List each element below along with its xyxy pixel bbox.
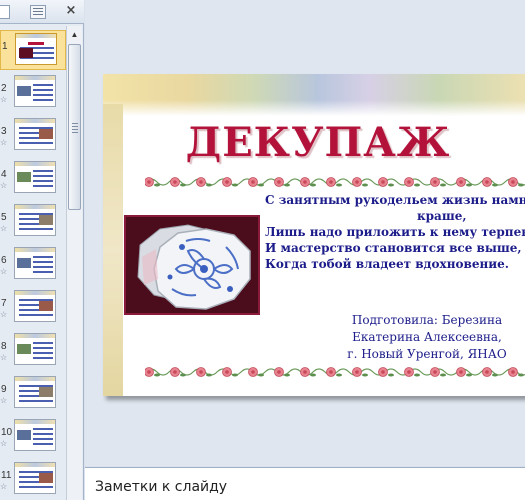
slide-thumbnail-image — [14, 161, 56, 193]
rose-ornament — [274, 177, 290, 187]
slide-notes-placeholder[interactable]: Заметки к слайду — [95, 479, 227, 495]
rose-ornament — [404, 177, 420, 187]
poem-line: И мастерство становится все выше, — [265, 241, 522, 255]
slide-thumbnail[interactable]: 10 ☆ — [0, 417, 66, 457]
rose-ornament — [508, 177, 524, 187]
slide-number: 2 — [1, 83, 7, 94]
poem-line: Когда тобой владеет вдохновение. — [265, 257, 509, 271]
slide-thumbnail[interactable]: 2 ☆ — [0, 73, 66, 113]
slide-number: 6 — [1, 255, 7, 266]
rose-ornament — [222, 367, 238, 377]
transition-star-icon: ☆ — [0, 353, 8, 362]
slide-thumbnail[interactable]: 7 ☆ — [0, 288, 66, 328]
slides-panel: × 1 2 ☆ 3 ☆ 4 ☆ 5 ☆ 6 ☆ 7 ☆ 8 ☆ 9 ☆ 10 ☆ 11 ☆ ▲ — [0, 0, 84, 500]
slide-thumbnail-image — [15, 33, 57, 65]
poem-line: С занятным рукодельем жизнь намного — [265, 193, 525, 207]
poem-line: краше, — [417, 209, 467, 223]
rose-ornament — [326, 367, 342, 377]
poem-line: Лишь надо приложить к нему терпенье — [265, 225, 525, 239]
outline-tab[interactable] — [30, 5, 46, 19]
slide-thumbnail[interactable]: 5 ☆ — [0, 202, 66, 242]
slide-number: 4 — [1, 169, 7, 180]
poem-text[interactable]: С занятным рукодельем жизнь намного краш… — [265, 192, 525, 272]
transition-star-icon: ☆ — [0, 482, 8, 491]
slide-thumbnail[interactable]: 8 ☆ — [0, 331, 66, 371]
current-slide[interactable]: ДЕКУПАЖ С занятным рукодельем жизнь намн… — [103, 74, 525, 396]
slide-thumbnail[interactable]: 1 — [0, 30, 66, 70]
rose-ornament — [170, 367, 186, 377]
rose-ornament — [248, 177, 264, 187]
rose-ornament — [430, 177, 446, 187]
slides-tab[interactable] — [0, 5, 10, 19]
slide-thumbnail[interactable]: 3 ☆ — [0, 116, 66, 156]
slide-number: 9 — [1, 384, 7, 395]
slide-number: 3 — [1, 126, 7, 137]
author-line: Екатерина Алексеевна, — [352, 330, 502, 344]
author-text[interactable]: Подготовила: Березина Екатерина Алексеев… — [327, 312, 525, 363]
slide-editor: ДЕКУПАЖ С занятным рукодельем жизнь намн… — [85, 0, 525, 466]
rose-ornament — [196, 367, 212, 377]
transition-star-icon: ☆ — [0, 95, 8, 104]
scroll-thumb[interactable] — [68, 44, 81, 210]
scroll-grip-icon — [72, 123, 78, 135]
author-line: Подготовила: Березина — [351, 313, 503, 327]
slide-title[interactable]: ДЕКУПАЖ — [103, 120, 525, 166]
slide-number: 10 — [1, 427, 13, 438]
transition-star-icon: ☆ — [0, 267, 8, 276]
slide-number: 8 — [1, 341, 7, 352]
transition-star-icon: ☆ — [0, 310, 8, 319]
panel-tabs: × — [0, 0, 84, 24]
transition-star-icon: ☆ — [0, 224, 8, 233]
rose-ornament — [404, 367, 420, 377]
slide-thumbnail[interactable]: 11 ☆ — [0, 460, 66, 500]
slide-thumbnail[interactable]: 6 ☆ — [0, 245, 66, 285]
slide-number: 5 — [1, 212, 7, 223]
rose-ornament — [326, 177, 342, 187]
transition-star-icon: ☆ — [0, 181, 8, 190]
transition-star-icon: ☆ — [0, 138, 8, 147]
slide-thumbnail-image — [14, 376, 56, 408]
slide-thumbnail-image — [14, 204, 56, 236]
author-line: г. Новый Уренгой, ЯНАО — [347, 347, 507, 361]
rose-ornament — [248, 367, 264, 377]
slide-thumbnail-image — [14, 75, 56, 107]
slide-thumbnail-image — [14, 419, 56, 451]
rose-ornament — [196, 177, 212, 187]
transition-star-icon: ☆ — [0, 396, 8, 405]
slide-thumbnail-image — [14, 118, 56, 150]
slide-number: 7 — [1, 298, 7, 309]
rose-ornament — [170, 177, 186, 187]
slide-thumbnail-image — [14, 462, 56, 494]
slide-thumbnails: 1 2 ☆ 3 ☆ 4 ☆ 5 ☆ 6 ☆ 7 ☆ 8 ☆ 9 ☆ 10 ☆ 11 ☆ — [0, 26, 66, 500]
slide-thumbnail[interactable]: 4 ☆ — [0, 159, 66, 199]
slide-thumbnail-image — [14, 333, 56, 365]
rose-ornament — [508, 367, 524, 377]
decoupage-box-photo[interactable] — [124, 215, 260, 315]
slide-decor-top — [103, 74, 525, 116]
thumbnail-scrollbar[interactable]: ▲ — [66, 26, 82, 500]
rose-ornament — [274, 367, 290, 377]
slide-thumbnail-image — [14, 290, 56, 322]
slide-number: 11 — [1, 470, 12, 481]
rose-border-bottom — [145, 367, 525, 377]
rose-ornament — [430, 367, 446, 377]
slide-number: 1 — [2, 41, 8, 52]
rose-ornament — [482, 367, 498, 377]
close-panel-button[interactable]: × — [64, 4, 78, 18]
rose-ornament — [482, 177, 498, 187]
slide-thumbnail-image — [14, 247, 56, 279]
rose-border-top — [145, 177, 525, 187]
slide-thumbnail[interactable]: 9 ☆ — [0, 374, 66, 414]
slide-notes-pane[interactable]: Заметки к слайду — [85, 467, 525, 500]
rose-ornament — [222, 177, 238, 187]
scroll-up-icon[interactable]: ▲ — [68, 28, 81, 42]
transition-star-icon: ☆ — [0, 439, 8, 448]
